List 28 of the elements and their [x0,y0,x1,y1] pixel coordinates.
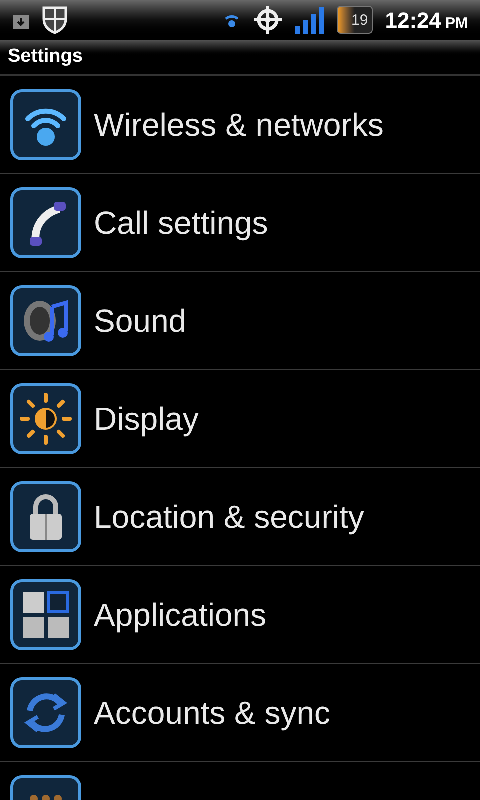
settings-item[interactable]: Display [0,370,480,468]
grid-icon [10,578,82,650]
settings-item[interactable]: Accounts & sync [0,664,480,762]
signal-icon [295,6,326,34]
padlock-icon [10,480,82,552]
clock-ampm: PM [446,14,468,34]
settings-item[interactable]: Applications [0,566,480,664]
battery-level: 19 [352,12,368,28]
speaker-note-icon [10,284,82,356]
item-label: Sound [94,302,187,340]
settings-item[interactable]: Sound [0,272,480,370]
item-label: Accounts & sync [94,694,331,733]
page-title: Settings [8,44,83,69]
sync-arrows-icon [10,676,82,748]
item-label: Wireless & networks [94,106,384,144]
settings-item[interactable]: Call settings [0,174,480,272]
phone-handset-icon [10,186,82,258]
item-label: Location & security [94,498,364,537]
item-label: Applications [94,596,267,635]
settings-item[interactable]: Wireless & networks [0,76,480,174]
settings-item[interactable]: Location & security [0,468,480,566]
shield-icon [42,5,68,35]
gps-icon [253,5,284,35]
item-label: Call settings [94,204,268,243]
clock-time: 12:24 [385,6,442,34]
sun-icon [10,382,82,454]
wifi-icon [10,88,82,160]
item-label: Display [94,400,199,439]
